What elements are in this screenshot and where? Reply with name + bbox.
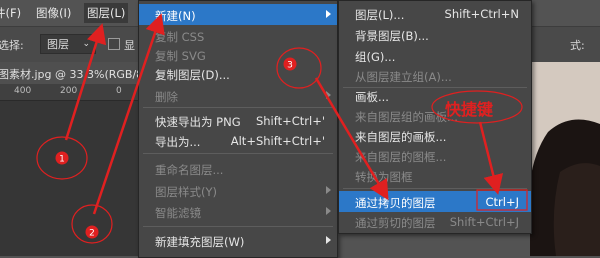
menu-item-layer-style[interactable]: 图层样式(Y)	[139, 180, 337, 201]
submenu-item-artboard-from-group[interactable]: 来自图层组的画板...	[339, 105, 531, 126]
chevron-right-icon	[326, 186, 331, 194]
menu-item-export-as[interactable]: 导出为... Alt+Shift+Ctrl+'	[139, 130, 337, 151]
menu-divider	[143, 226, 333, 227]
canvas-workspace[interactable]	[0, 101, 140, 256]
menu-item-delete[interactable]: 删除	[139, 85, 337, 106]
ruler-number: 400	[14, 86, 32, 96]
menu-item-copy-css[interactable]: 复制 CSS	[139, 25, 337, 46]
show-label: 显	[124, 39, 135, 52]
menu-item-rename-layer[interactable]: 重命名图层...	[139, 158, 337, 179]
menu-divider	[143, 107, 333, 108]
submenu-item-group-from-layers[interactable]: 从图层建立组(A)...	[339, 65, 531, 86]
show-transform-checkbox[interactable]	[108, 38, 120, 50]
menu-divider	[343, 188, 527, 189]
menu-item-smart-filter[interactable]: 智能滤镜	[139, 201, 337, 222]
chevron-down-icon: ⌄	[82, 39, 90, 49]
canvas-photo	[530, 62, 600, 256]
chevron-right-icon	[326, 236, 331, 244]
menu-divider	[143, 153, 333, 154]
ruler-number: 0	[116, 86, 122, 96]
menu-item-copy-svg[interactable]: 复制 SVG	[139, 44, 337, 65]
layer-menu: 新建(N) 复制 CSS 复制 SVG 复制图层(D)... 删除 快速导出为 …	[138, 0, 338, 258]
menu-layer[interactable]: 图层(L)	[84, 3, 129, 23]
menu-image[interactable]: 图像(I)	[36, 5, 71, 21]
select-label: 选择:	[0, 39, 24, 52]
menu-item-quick-export-png[interactable]: 快速导出为 PNG Shift+Ctrl+'	[139, 110, 337, 131]
chevron-right-icon	[326, 91, 331, 99]
submenu-item-layer-via-cut[interactable]: 通过剪切的图层 Shift+Ctrl+J	[339, 211, 531, 232]
menu-item-new[interactable]: 新建(N)	[139, 4, 337, 25]
chevron-right-icon	[326, 207, 331, 215]
layer-select-value: 图层	[47, 38, 69, 51]
document-tab[interactable]: 图素材.jpg @ 33.3%(RGB/8	[0, 62, 144, 85]
submenu-item-background-layer[interactable]: 背景图层(B)...	[339, 24, 531, 45]
submenu-item-frame-from-layers[interactable]: 来自图层的图框...	[339, 145, 531, 166]
submenu-item-layer-via-copy[interactable]: 通过拷贝的图层 Ctrl+J	[339, 191, 531, 212]
new-submenu: 图层(L)... Shift+Ctrl+N 背景图层(B)... 组(G)...…	[338, 0, 532, 234]
mode-label: 式:	[570, 39, 585, 52]
menu-item-duplicate-layer[interactable]: 复制图层(D)...	[139, 63, 337, 84]
horizontal-ruler: 400 200 0	[0, 84, 140, 101]
submenu-item-group[interactable]: 组(G)...	[339, 45, 531, 66]
chevron-right-icon	[326, 10, 331, 18]
photo-image	[530, 62, 600, 256]
submenu-item-layer[interactable]: 图层(L)... Shift+Ctrl+N	[339, 3, 531, 24]
submenu-item-artboard[interactable]: 画板...	[339, 85, 531, 106]
menu-item-new-fill-layer[interactable]: 新建填充图层(W)	[139, 230, 337, 251]
callout-text: 快捷键	[445, 100, 494, 119]
ruler-number: 200	[60, 86, 78, 96]
document-tab-title: 图素材.jpg @ 33.3%(RGB/8	[0, 68, 144, 81]
layer-select[interactable]: 图层 ⌄	[40, 34, 96, 54]
menu-file-partial[interactable]: 件(F)	[0, 5, 21, 21]
submenu-item-convert-to-frame[interactable]: 转换为图框	[339, 165, 531, 186]
submenu-item-artboard-from-layers[interactable]: 来自图层的画板...	[339, 125, 531, 146]
